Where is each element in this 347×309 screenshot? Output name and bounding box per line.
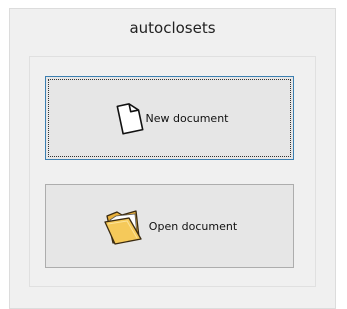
open-document-label: Open document — [148, 219, 238, 233]
new-document-label: New document — [145, 111, 229, 125]
new-document-icon — [111, 101, 145, 135]
new-document-button[interactable]: New document — [45, 76, 294, 160]
open-document-button[interactable]: Open document — [45, 184, 294, 268]
window-title: autoclosets — [129, 19, 216, 37]
folder-open-icon — [102, 207, 148, 245]
